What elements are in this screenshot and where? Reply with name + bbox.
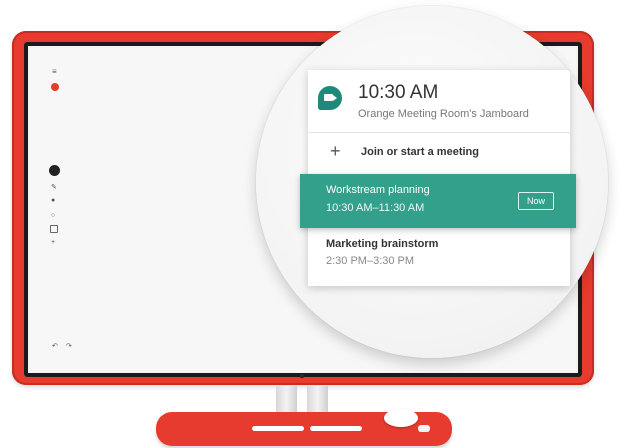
menu-icon[interactable]: ≡ (52, 68, 57, 76)
undo-icon[interactable]: ↶ (52, 343, 58, 350)
eraser-icon[interactable]: ○ (51, 212, 55, 219)
room-name: Orange Meeting Room's Jamboard (358, 108, 529, 120)
base-slot (310, 426, 362, 431)
event-title: Workstream planning (326, 184, 430, 196)
stylus-puck[interactable] (384, 409, 418, 427)
event-item-marketing[interactable]: Marketing brainstorm 2:30 PM–3:30 PM (308, 230, 570, 286)
event-item-workstream[interactable]: Workstream planning 10:30 AM–11:30 AM No… (300, 174, 576, 228)
camera-dot (300, 374, 304, 378)
notification-icon[interactable] (51, 83, 59, 91)
add-icon[interactable]: + (51, 239, 55, 246)
eraser-holder (418, 425, 430, 432)
join-meeting-label: Join or start a meeting (361, 146, 479, 158)
join-meeting-button[interactable]: + Join or start a meeting (308, 132, 570, 172)
current-time: 10:30 AM (358, 82, 439, 103)
redo-icon[interactable]: ↷ (66, 343, 72, 350)
highlighter-icon[interactable]: ● (51, 197, 55, 204)
magnifier-lens: 10:30 AM Orange Meeting Room's Jamboard … (256, 6, 608, 358)
event-time: 2:30 PM–3:30 PM (326, 255, 415, 267)
camera-lens (333, 95, 337, 101)
event-title: Marketing brainstorm (326, 238, 439, 250)
marker-icon[interactable]: ✎ (51, 184, 57, 191)
plus-icon: + (330, 141, 341, 161)
sticky-note-icon[interactable] (50, 225, 58, 233)
camera-body (324, 94, 333, 101)
base-slot (252, 426, 304, 431)
event-time: 10:30 AM–11:30 AM (326, 202, 425, 214)
panel-header: 10:30 AM Orange Meeting Room's Jamboard (308, 70, 570, 133)
now-button[interactable]: Now (518, 192, 554, 210)
meet-icon (318, 86, 342, 110)
pen-icon[interactable] (49, 165, 60, 176)
